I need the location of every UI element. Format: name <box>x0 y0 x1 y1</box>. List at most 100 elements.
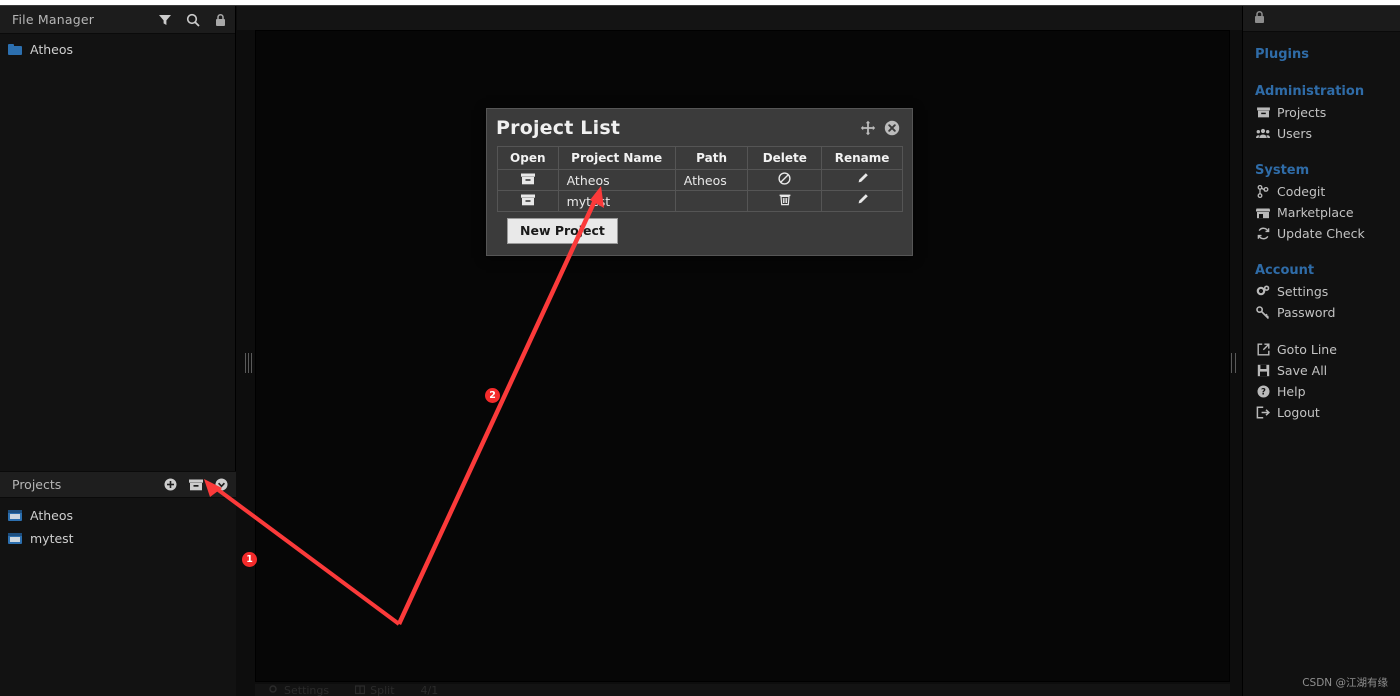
close-icon[interactable] <box>884 120 900 136</box>
annotation-marker-1: 1 <box>242 552 257 567</box>
tree-item-label: Atheos <box>30 41 74 57</box>
new-project-button[interactable]: New Project <box>507 218 618 244</box>
no-delete-icon[interactable] <box>778 172 791 188</box>
row-rename-cell[interactable] <box>821 190 903 212</box>
trash-icon[interactable] <box>779 194 791 209</box>
sidebar-item-label: Password <box>1277 305 1336 320</box>
sidebar-item-label: Update Check <box>1277 226 1365 241</box>
gears-icon <box>269 685 277 693</box>
key-icon <box>1256 306 1270 319</box>
row-project-path: Atheos <box>674 169 749 191</box>
status-bar: Settings Split 4/1 <box>255 684 1230 696</box>
sidebar-item-settings[interactable]: Settings <box>1243 281 1400 302</box>
app-window: File Manager Atheos Projects Atheos myte… <box>0 0 1400 696</box>
right-sidebar: Plugins Administration Projects Users Sy… <box>1242 6 1400 696</box>
sidebar-item-label: Settings <box>1277 284 1329 299</box>
question-circle-icon: ? <box>1256 385 1270 398</box>
archive-icon <box>8 510 22 521</box>
dialog-body: Open Project Name Path Delete Rename Ath… <box>487 146 912 244</box>
sidebar-item-update-check[interactable]: Update Check <box>1243 223 1400 244</box>
sidebar-item-users[interactable]: Users <box>1243 123 1400 144</box>
row-project-path <box>674 190 749 212</box>
project-item-label: mytest <box>30 531 74 546</box>
store-icon <box>1256 207 1270 219</box>
tree-item-atheos[interactable]: Atheos <box>0 38 235 60</box>
split-icon <box>355 685 366 695</box>
left-splitter-handle[interactable] <box>244 352 253 374</box>
git-branch-icon <box>1256 185 1270 198</box>
chevron-down-icon[interactable] <box>215 478 228 491</box>
project-item-atheos[interactable]: Atheos <box>0 504 236 527</box>
section-heading-system: System <box>1255 163 1310 178</box>
file-manager-header: File Manager <box>0 6 235 34</box>
watermark: CSDN @江湖有缘 <box>1302 677 1388 689</box>
col-header-rename: Rename <box>821 146 903 170</box>
row-rename-cell[interactable] <box>821 169 903 191</box>
sidebar-item-goto-line[interactable]: Goto Line <box>1243 339 1400 360</box>
col-header-path: Path <box>674 146 749 170</box>
dialog-title-bar[interactable]: Project List <box>487 109 912 146</box>
dialog-title: Project List <box>496 116 621 139</box>
save-icon <box>1256 364 1270 377</box>
projects-table: Open Project Name Path Delete Rename Ath… <box>497 146 903 212</box>
dialog-footer: New Project <box>497 212 902 244</box>
filter-icon[interactable] <box>158 13 172 27</box>
right-sidebar-top <box>1243 6 1400 32</box>
section-heading-plugins: Plugins <box>1255 47 1309 62</box>
sidebar-item-label: Marketplace <box>1277 205 1354 220</box>
gears-icon <box>1256 285 1270 298</box>
table-header-row: Open Project Name Path Delete Rename <box>497 146 903 170</box>
status-settings[interactable]: Settings <box>269 684 329 696</box>
pencil-icon[interactable] <box>856 173 869 188</box>
archive-icon[interactable] <box>189 479 203 491</box>
sidebar-item-codegit[interactable]: Codegit <box>1243 181 1400 202</box>
lock-icon[interactable] <box>214 13 227 27</box>
table-row: mytest <box>497 190 903 212</box>
grip-line <box>245 353 246 373</box>
sidebar-item-label: Help <box>1277 384 1306 399</box>
sidebar-item-label: Projects <box>1277 105 1327 120</box>
sidebar-item-marketplace[interactable]: Marketplace <box>1243 202 1400 223</box>
row-project-name: Atheos <box>557 169 676 191</box>
row-project-name: mytest <box>557 190 676 212</box>
table-row: Atheos Atheos <box>497 169 903 191</box>
sidebar-item-save-all[interactable]: Save All <box>1243 360 1400 381</box>
row-delete-cell[interactable] <box>747 169 823 191</box>
add-icon[interactable] <box>164 478 177 491</box>
project-list-dialog: Project List Open Project Name Path Dele… <box>486 108 913 256</box>
folder-icon <box>8 43 22 55</box>
projects-panel-header: Projects <box>0 471 236 498</box>
archive-icon[interactable] <box>520 173 535 185</box>
projects-panel: Projects Atheos mytest <box>0 471 236 696</box>
row-delete-cell[interactable] <box>747 190 823 212</box>
sidebar-item-label: Save All <box>1277 363 1328 378</box>
status-settings-label: Settings <box>284 684 330 696</box>
archive-icon[interactable] <box>520 194 535 206</box>
sidebar-item-projects[interactable]: Projects <box>1243 102 1400 123</box>
sidebar-item-password[interactable]: Password <box>1243 302 1400 323</box>
lock-icon[interactable] <box>1253 9 1266 28</box>
project-item-mytest[interactable]: mytest <box>0 527 236 550</box>
right-splitter-handle[interactable] <box>1229 352 1238 374</box>
sidebar-item-label: Goto Line <box>1277 342 1337 357</box>
row-open-cell[interactable] <box>497 169 559 191</box>
col-header-delete: Delete <box>747 146 823 170</box>
sidebar-item-help[interactable]: ? Help <box>1243 381 1400 402</box>
annotation-marker-2: 2 <box>485 388 500 403</box>
grip-line <box>1235 353 1236 373</box>
external-link-icon <box>1256 343 1270 356</box>
search-icon[interactable] <box>186 13 200 27</box>
grip-line <box>1231 353 1232 373</box>
row-open-cell[interactable] <box>497 190 559 212</box>
sidebar-item-logout[interactable]: Logout <box>1243 402 1400 423</box>
status-position: 4/1 <box>421 684 439 696</box>
users-icon <box>1256 128 1270 139</box>
sidebar-item-label: Codegit <box>1277 184 1326 199</box>
project-item-label: Atheos <box>30 508 74 523</box>
pencil-icon[interactable] <box>856 194 869 209</box>
status-split-label: Split <box>370 684 395 696</box>
svg-text:?: ? <box>1261 388 1266 398</box>
move-icon[interactable] <box>860 120 876 136</box>
status-split[interactable]: Split <box>355 684 395 696</box>
